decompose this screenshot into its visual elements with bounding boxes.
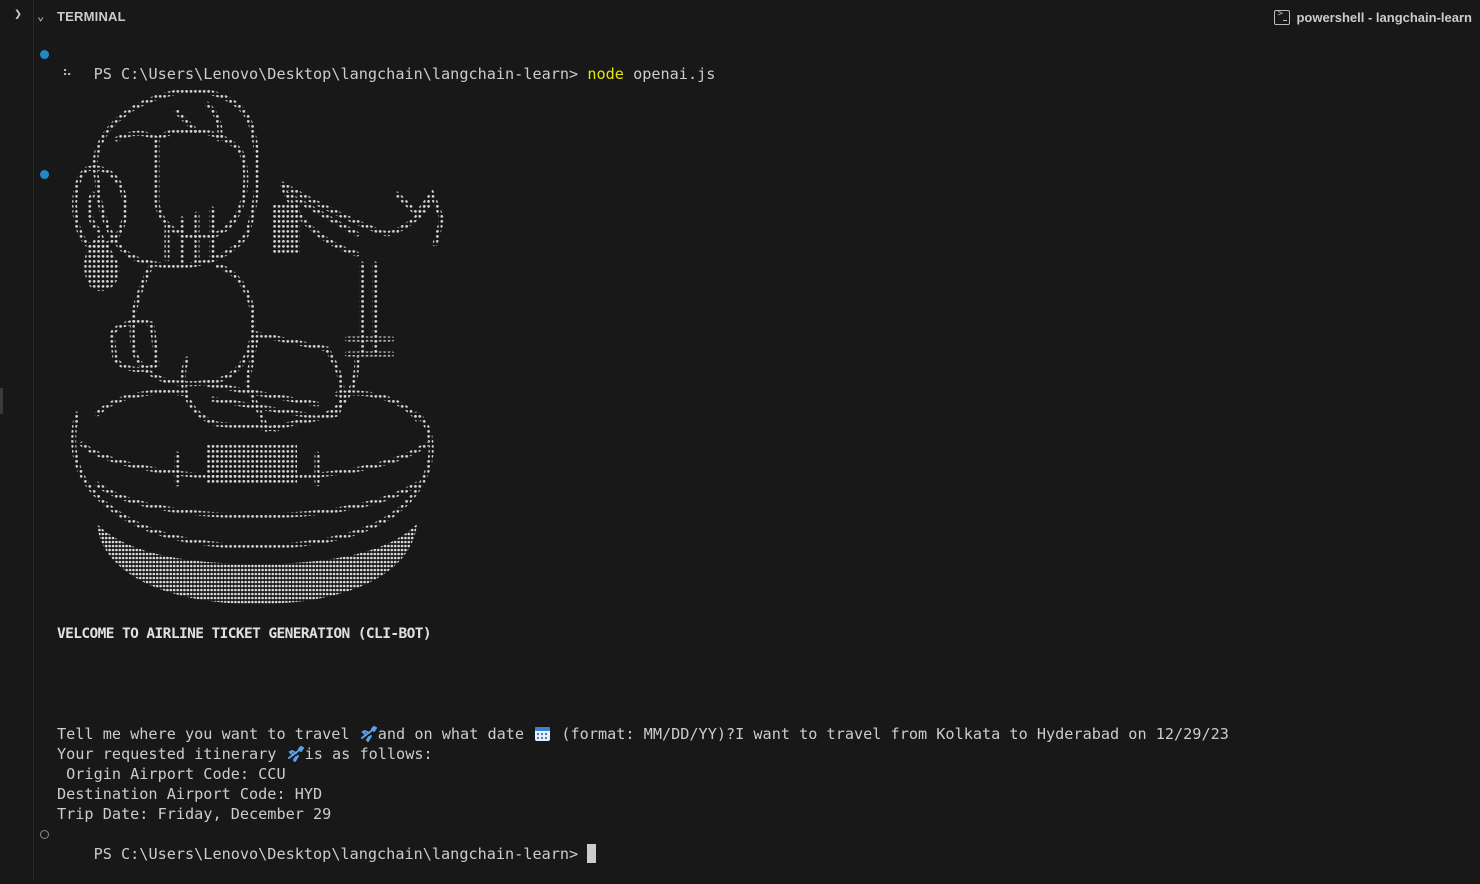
itinerary-line: Your requested itinerary is as follows: bbox=[57, 744, 433, 764]
chevron-right-icon[interactable]: ❯ bbox=[10, 7, 26, 23]
ascii-art-robot bbox=[71, 88, 445, 604]
final-prompt-line: PS C:\Users\Lenovo\Desktop\langchain\lan… bbox=[40, 824, 597, 863]
panel-title[interactable]: TERMINAL bbox=[57, 9, 126, 24]
command-success-icon[interactable] bbox=[40, 50, 49, 59]
chevron-down-icon[interactable]: ⌄ bbox=[37, 8, 51, 24]
airplane-icon bbox=[360, 725, 378, 743]
command-pending-icon[interactable] bbox=[40, 830, 49, 839]
question-text-2: and on what date bbox=[377, 725, 525, 743]
stray-glyph: ⠓ bbox=[62, 68, 73, 84]
airplane-icon bbox=[287, 745, 305, 763]
panel-header: ❯ ⌄ TERMINAL powershell - langchain-lear… bbox=[0, 0, 1480, 33]
question-text-3: (format: MM/DD/YY)?I want to travel from… bbox=[561, 725, 1229, 743]
calendar-icon bbox=[534, 725, 551, 742]
command-args: openai.js bbox=[633, 65, 716, 83]
terminal-tab[interactable]: powershell - langchain-learn bbox=[1274, 6, 1472, 28]
activity-strip bbox=[0, 0, 34, 880]
origin-line: Origin Airport Code: CCU bbox=[57, 765, 286, 783]
welcome-banner: VELCOME TO AIRLINE TICKET GENERATION (CL… bbox=[57, 626, 432, 642]
prompt: PS C:\Users\Lenovo\Desktop\langchain\lan… bbox=[93, 65, 579, 83]
command-marker-icon[interactable] bbox=[40, 170, 49, 179]
itinerary-text-1: Your requested itinerary bbox=[57, 745, 277, 763]
command-keyword: node bbox=[587, 65, 624, 83]
command-line: PS C:\Users\Lenovo\Desktop\langchain\lan… bbox=[40, 44, 715, 83]
date-line: Trip Date: Friday, December 29 bbox=[57, 805, 332, 823]
question-text-1: Tell me where you want to travel bbox=[57, 725, 350, 743]
question-line: Tell me where you want to travel and on … bbox=[57, 724, 1229, 744]
terminal-icon bbox=[1274, 9, 1291, 25]
itinerary-text-2: is as follows: bbox=[304, 745, 433, 763]
terminal-tab-label: powershell - langchain-learn bbox=[1296, 9, 1472, 25]
terminal-output[interactable]: PS C:\Users\Lenovo\Desktop\langchain\lan… bbox=[40, 44, 1457, 864]
terminal-cursor[interactable] bbox=[587, 844, 597, 863]
destination-line: Destination Airport Code: HYD bbox=[57, 785, 323, 803]
scroll-marker bbox=[0, 388, 3, 414]
final-prompt: PS C:\Users\Lenovo\Desktop\langchain\lan… bbox=[93, 845, 579, 863]
